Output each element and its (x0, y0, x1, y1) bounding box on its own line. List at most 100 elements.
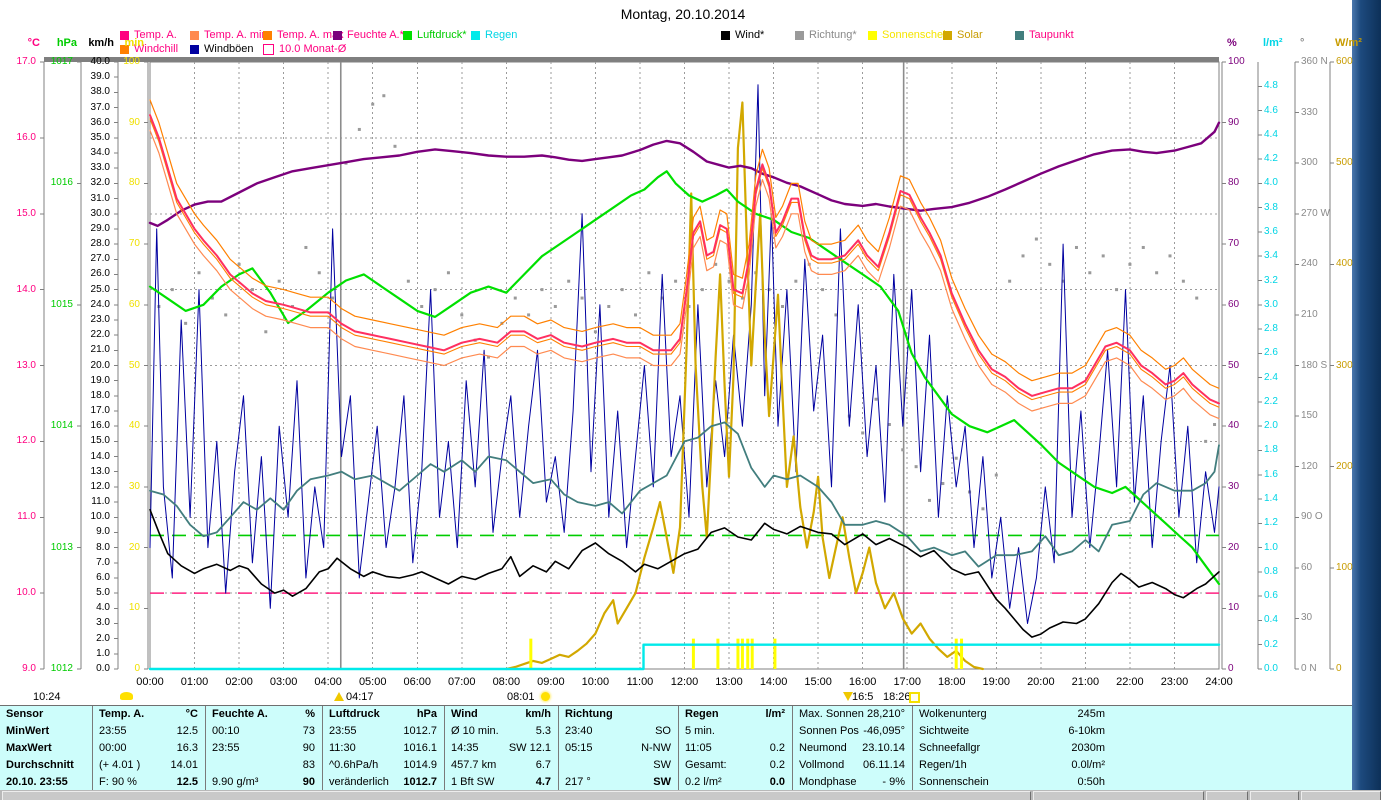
axis-tick-label: 4.4 (1264, 128, 1278, 140)
axis-tick-label: 0.2 (1264, 638, 1278, 650)
table-value: 90 (302, 776, 315, 788)
wind-direction-dot (1141, 245, 1145, 249)
table-value: SW 12.1 (508, 742, 551, 754)
blob-icon (120, 692, 133, 700)
axis-tick-label: 14.0 (90, 450, 110, 462)
time-tick-label: 04:00 (314, 676, 342, 688)
table-value: SO (655, 725, 671, 737)
table-value: - 9% (882, 776, 905, 788)
wind-direction-dot (727, 279, 731, 283)
table-value: 0.0l/m² (1071, 759, 1105, 771)
wind-direction-dot (1101, 254, 1105, 258)
sunshine-bar (736, 638, 740, 669)
axis-tick-label: 0.0 (96, 663, 110, 674)
time-tick-label: 02:00 (225, 676, 253, 688)
axis-tick-label: 15.0 (16, 207, 36, 219)
table-value: 6-10km (1068, 725, 1105, 737)
axis-tick-label: 40.0 (90, 56, 110, 67)
astro-marker-moonrise: 04:17 (346, 691, 374, 703)
axis-unit-solar: W/m² (1335, 37, 1362, 49)
axis-tick-label: 1.0 (1264, 541, 1278, 553)
time-tick-label: 16:00 (848, 676, 877, 688)
table-label: 1 Bft SW (451, 776, 495, 788)
table-value: 28,210° (866, 708, 905, 720)
table-label: MaxWert (6, 742, 52, 754)
axis-tick-label: 23.0 (90, 313, 110, 325)
table-label: 00:00 (99, 742, 127, 754)
axis-tick-label: 4.0 (96, 602, 110, 614)
table-value: 1012.7 (403, 776, 437, 788)
time-tick-label: 17:00 (893, 676, 921, 688)
table-value: -46,095° (863, 725, 905, 737)
wind-direction-dot (460, 313, 464, 317)
wind-direction-dot (994, 473, 998, 477)
table-label: Durchschnitt (6, 759, 74, 771)
table-label: 23:55 (99, 725, 127, 737)
table-value: 90 (302, 742, 315, 754)
table-label: MinWert (6, 725, 50, 737)
status-bar-panel (1206, 791, 1248, 800)
table-label: 0.2 l/m² (685, 776, 722, 788)
axis-tick-label: 1016 (50, 177, 73, 189)
axis-tick-label: 300 (1336, 359, 1353, 371)
axis-tick-label: 15.0 (90, 435, 110, 447)
axis-tick-label: 70 (1228, 238, 1240, 250)
astro-marker-moonset: 16:5 (852, 691, 874, 703)
axis-tick-label: 35.0 (90, 131, 110, 143)
axis-tick-label: 60 (128, 298, 140, 310)
sunshine-bar (746, 638, 750, 669)
table-value: 0.2 (769, 759, 785, 771)
status-bar-panel (1301, 791, 1381, 800)
axis-tick-label: 0 (1336, 663, 1342, 674)
time-tick-label: 03:00 (269, 676, 298, 688)
wind-direction-dot (634, 313, 638, 317)
axis-tick-label: 30 (1301, 612, 1313, 624)
wind-direction-dot (674, 279, 678, 283)
table-value: % (305, 708, 315, 720)
table-value: 1016.1 (403, 742, 437, 754)
axis-tick-label: 100 (123, 56, 140, 67)
time-tick-label: 14:00 (759, 676, 788, 688)
axis-tick-label: 26.0 (90, 268, 110, 280)
table-label: Sichtweite (919, 725, 970, 737)
wind-direction-dot (371, 102, 375, 106)
table-label: Schneefallgr (919, 742, 981, 754)
wind-direction-dot (382, 94, 386, 98)
axis-tick-label: 27.0 (90, 253, 110, 265)
axis-tick-label: 29.0 (90, 222, 110, 234)
axis-tick-label: 13.0 (16, 359, 36, 371)
table-label: ^0.6hPa/h (329, 759, 379, 771)
axis-tick-label: 200 (1336, 460, 1353, 472)
time-tick-label: 15:00 (804, 676, 832, 688)
wind-direction-dot (406, 279, 410, 283)
table-label: 20.10. 23:55 (6, 776, 68, 788)
wind-direction-dot (647, 271, 651, 275)
table-label: 23:40 (565, 725, 593, 737)
axis-tick-label: 2.4 (1264, 371, 1278, 383)
sunshine-bar (750, 638, 754, 669)
table-value: 06.11.14 (862, 759, 905, 771)
axis-tick-label: 14.0 (16, 283, 36, 295)
axis-tick-label: 70 (128, 238, 140, 250)
wind-direction-dot (954, 456, 958, 460)
axis-tick-label: 8.0 (96, 541, 110, 553)
axis-tick-label: 90 (128, 116, 140, 128)
time-tick-label: 06:00 (403, 676, 432, 688)
sunshine-bar (691, 638, 695, 669)
table-value: 5.3 (535, 725, 551, 737)
axis-tick-label: 9.0 (96, 526, 110, 538)
sunshine-bar (529, 638, 533, 669)
table-label: Vollmond (799, 759, 845, 771)
time-tick-label: 09:00 (537, 676, 565, 688)
table-label: 5 min. (685, 725, 715, 737)
table-value: hPa (416, 708, 437, 720)
astro-marker-sunrise: 08:01 (507, 691, 535, 703)
status-bar-panel (2, 791, 1031, 800)
axis-tick-label: 12.0 (16, 435, 36, 447)
square-icon (909, 692, 920, 703)
axis-tick-label: 90 (1228, 116, 1240, 128)
axis-tick-label: 40 (1228, 420, 1240, 432)
table-label: Feuchte A. (212, 708, 268, 720)
table-label: 9.90 g/m³ (212, 776, 259, 788)
up-arrow-icon (334, 692, 344, 701)
